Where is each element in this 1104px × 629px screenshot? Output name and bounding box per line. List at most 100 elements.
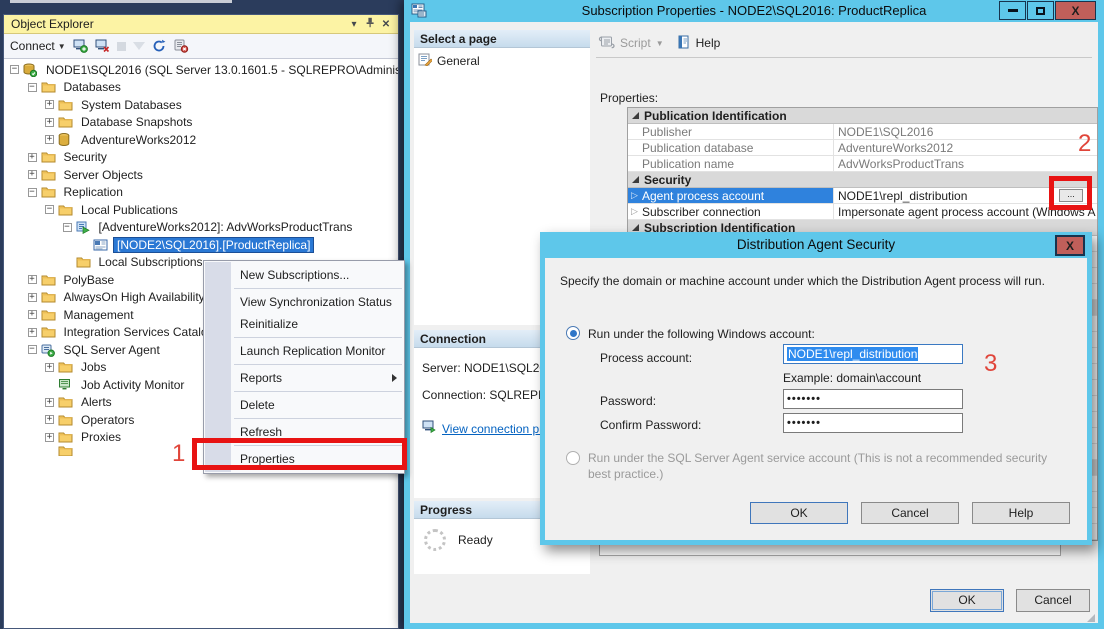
collapse-icon[interactable]: − bbox=[27, 187, 37, 197]
minimize-button[interactable] bbox=[999, 1, 1026, 20]
expand-arrow-icon: ▷ bbox=[631, 206, 638, 216]
menu-separator bbox=[234, 364, 402, 365]
confirm-password-input[interactable]: ••••••• bbox=[783, 413, 963, 433]
tree-item-node2-sql2016-productreplica[interactable]: [NODE2\SQL2016].[ProductReplica] bbox=[4, 236, 398, 254]
collapse-icon[interactable]: − bbox=[10, 65, 19, 75]
pin-icon[interactable] bbox=[362, 17, 378, 31]
security-cancel-button[interactable]: Cancel bbox=[861, 502, 959, 524]
expand-icon[interactable]: + bbox=[45, 432, 54, 442]
menu-item-label: Delete bbox=[240, 398, 275, 412]
expand-arrow-icon: ▷ bbox=[631, 190, 638, 200]
tree-item-label: Jobs bbox=[81, 360, 107, 375]
chevron-down-icon: ▼ bbox=[57, 41, 66, 51]
menu-item-label: Reports bbox=[240, 371, 283, 385]
grid-row-agent-process-account[interactable]: ▷ Agent process account NODE1\repl_distrib… bbox=[628, 188, 1097, 204]
window-top-fragment bbox=[10, 0, 232, 3]
grid-property-value: AdventureWorks2012 bbox=[838, 140, 954, 155]
page-item-general[interactable]: General bbox=[414, 48, 590, 69]
chevron-down-icon[interactable]: ▾ bbox=[346, 19, 362, 30]
expand-icon[interactable]: + bbox=[45, 415, 54, 425]
windows-account-radio[interactable] bbox=[566, 326, 580, 340]
close-button[interactable]: X bbox=[1055, 1, 1096, 20]
close-icon: X bbox=[1071, 3, 1080, 18]
expand-icon[interactable]: + bbox=[45, 362, 54, 372]
ok-button[interactable]: OK bbox=[930, 589, 1004, 612]
grid-row-publisher[interactable]: Publisher NODE1\SQL2016 bbox=[628, 124, 1097, 140]
security-close-button[interactable]: X bbox=[1055, 235, 1085, 256]
submenu-arrow-icon bbox=[392, 374, 397, 382]
security-ok-button[interactable]: OK bbox=[750, 502, 848, 524]
expand-icon[interactable]: + bbox=[45, 100, 54, 110]
menu-item-reports[interactable]: Reports bbox=[204, 367, 404, 389]
example-hint: Example: domain\account bbox=[783, 371, 922, 385]
grid-category-publication-identification[interactable]: Publication Identification bbox=[628, 108, 1097, 124]
connect-server-icon[interactable] bbox=[73, 39, 88, 53]
menu-item-new-subscriptions[interactable]: New Subscriptions... bbox=[204, 264, 404, 286]
annotation-step-1: 1 bbox=[172, 440, 186, 467]
help-button[interactable]: Help bbox=[696, 36, 721, 50]
menu-item-label: New Subscriptions... bbox=[240, 268, 350, 282]
collapse-icon[interactable]: − bbox=[27, 82, 37, 92]
grid-property-value: NODE1\SQL2016 bbox=[838, 124, 934, 139]
subscription-icon bbox=[93, 238, 109, 252]
grid-row-publication-database[interactable]: Publication database AdventureWorks2012 bbox=[628, 140, 1097, 156]
grid-category-security[interactable]: Security bbox=[628, 172, 1097, 188]
tree-item-server-objects[interactable]: + Server Objects bbox=[4, 166, 398, 184]
password-input[interactable]: ••••••• bbox=[783, 389, 963, 409]
menu-item-delete[interactable]: Delete bbox=[204, 394, 404, 416]
security-help-button[interactable]: Help bbox=[972, 502, 1070, 524]
chevron-down-icon[interactable]: ▼ bbox=[656, 39, 664, 48]
script-button[interactable]: Script bbox=[620, 36, 651, 50]
process-account-input[interactable]: NODE1\repl_distribution bbox=[783, 344, 963, 364]
grid-property-value: AdvWorksProductTrans bbox=[838, 156, 965, 171]
expand-icon[interactable]: + bbox=[27, 310, 37, 320]
expand-icon[interactable]: + bbox=[27, 170, 37, 180]
folder-icon bbox=[41, 80, 57, 94]
folder-icon bbox=[58, 115, 74, 129]
expand-icon[interactable]: + bbox=[45, 135, 54, 145]
grid-property-name: Publisher bbox=[642, 124, 693, 139]
expand-icon[interactable]: + bbox=[45, 397, 54, 407]
expand-icon[interactable]: + bbox=[27, 292, 37, 302]
refresh-icon[interactable] bbox=[152, 39, 166, 53]
script-error-icon[interactable] bbox=[173, 39, 189, 53]
tree-item-databases[interactable]: − Databases bbox=[4, 79, 398, 97]
folder-icon bbox=[41, 185, 57, 199]
tree-item-security[interactable]: + Security bbox=[4, 149, 398, 167]
menu-item-reinitialize[interactable]: Reinitialize bbox=[204, 313, 404, 335]
grid-category-label: Publication Identification bbox=[644, 108, 787, 123]
tree-item-system-databases[interactable]: + System Databases bbox=[4, 96, 398, 114]
tree-item-adventureworks2012[interactable]: + AdventureWorks2012 bbox=[4, 131, 398, 149]
tree-item-adventureworks2012-advworksproducttrans[interactable]: − [AdventureWorks2012]: AdvWorksProductTr… bbox=[4, 219, 398, 237]
expand-icon[interactable]: + bbox=[27, 152, 37, 162]
menu-item-view-synchronization-status[interactable]: View Synchronization Status bbox=[204, 291, 404, 313]
collapse-icon[interactable]: − bbox=[45, 205, 54, 215]
maximize-button[interactable] bbox=[1027, 1, 1054, 20]
expand-icon[interactable]: + bbox=[27, 327, 37, 337]
collapse-icon[interactable]: − bbox=[62, 222, 72, 232]
expand-icon[interactable]: + bbox=[27, 275, 37, 285]
grid-row-subscriber-connection[interactable]: ▷ Subscriber connection Impersonate agent … bbox=[628, 204, 1097, 220]
folder-icon bbox=[41, 168, 57, 182]
menu-item-launch-replication-monitor[interactable]: Launch Replication Monitor bbox=[204, 340, 404, 362]
minimize-icon bbox=[1007, 9, 1018, 12]
collapse-icon[interactable]: − bbox=[27, 345, 37, 355]
tree-item-node1-sql2016-sql-server-13-0-1601-5-sql[interactable]: − NODE1\SQL2016 (SQL Server 13.0.1601.5 -… bbox=[4, 61, 398, 79]
disconnect-server-icon[interactable] bbox=[95, 39, 110, 53]
grid-row-publication-name[interactable]: Publication name AdvWorksProductTrans bbox=[628, 156, 1097, 172]
expand-icon[interactable]: + bbox=[45, 117, 54, 127]
grid-property-name: Publication name bbox=[642, 156, 735, 171]
connect-button[interactable]: Connect ▼ bbox=[10, 39, 66, 53]
tree-item-local-publications[interactable]: − Local Publications bbox=[4, 201, 398, 219]
tree-item-label: Local Subscriptions bbox=[98, 255, 203, 270]
menu-item-label: Reinitialize bbox=[240, 317, 299, 331]
tree-item-label: [NODE2\SQL2016].[ProductReplica] bbox=[113, 236, 315, 253]
folder-icon bbox=[58, 203, 74, 217]
tree-item-label: Integration Services Catalogs bbox=[63, 325, 221, 340]
grid-value-cell: NODE1\SQL2016 bbox=[834, 124, 1097, 139]
tree-item-replication[interactable]: − Replication bbox=[4, 184, 398, 202]
tree-item-database-snapshots[interactable]: + Database Snapshots bbox=[4, 114, 398, 132]
close-icon[interactable]: ✕ bbox=[378, 19, 394, 30]
security-dialog-title: Distribution Agent Security bbox=[736, 237, 896, 252]
cancel-button[interactable]: Cancel bbox=[1016, 589, 1090, 612]
